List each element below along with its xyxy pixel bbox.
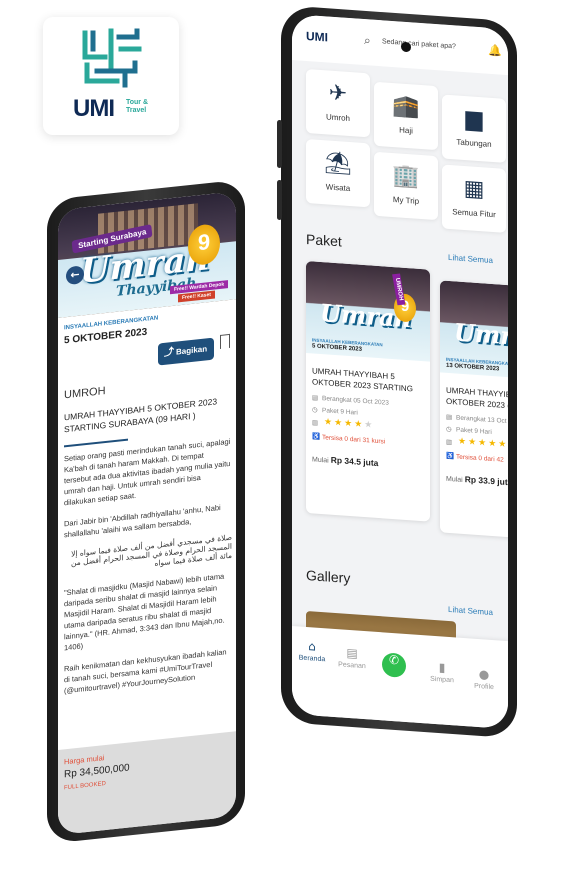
kaaba-icon: 🕋 (392, 93, 420, 120)
availability-text: Tersisa 0 dari 31 kursi (322, 434, 386, 446)
nav-beranda[interactable]: ⌂ Beranda (292, 638, 332, 664)
thumbnail-title: Umrah (454, 317, 508, 353)
menu-label: Haji (399, 125, 413, 136)
bell-icon[interactable]: 🔔 (488, 44, 502, 58)
calendar-icon: ▤ (446, 413, 453, 422)
power-button (277, 180, 282, 220)
section-title-gallery: Gallery (306, 566, 351, 587)
duration-text: Paket 9 Hari (322, 407, 358, 417)
description-paragraph: Setiap orang pasti merindukan tanah suci… (64, 436, 231, 508)
volume-button (277, 120, 282, 168)
description-paragraph: "Shalat di masjidku (Masjid Nabawi) lebi… (64, 571, 225, 653)
package-category: UMROH (64, 385, 106, 402)
share-icon: ⤴ (164, 346, 174, 359)
section-title-paket: Paket (306, 230, 342, 250)
depart-row: ▤ Berangkat 05 Oct 2023 (312, 393, 389, 406)
whatsapp-icon[interactable]: ✆ (382, 652, 406, 678)
plane-icon: ✈ (328, 80, 348, 107)
see-all-gallery-link[interactable]: Lihat Semua (448, 605, 493, 617)
price-label: Harga mulai (64, 753, 105, 767)
front-camera (401, 41, 411, 53)
hotel-icon: ▥ (446, 438, 453, 447)
building-icon: 🏢 (392, 163, 420, 190)
menu-wisata[interactable]: ⛱ Wisata (306, 138, 370, 208)
menu-label: Umroh (325, 112, 350, 124)
rating-stars: ★★★★★ (324, 417, 375, 431)
brand-logo-card: UMI Tour & Travel (43, 17, 179, 135)
availability: ♿ Tersisa 0 dari 31 kursi (312, 432, 385, 445)
menu-umroh[interactable]: ✈ Umroh (306, 68, 370, 138)
package-title: UMRAH THAYYIBAH 5 OKTOBER 2023 STARTING … (64, 396, 218, 435)
package-banner: Starting Surabaya Umrah Thayyibah 9 Free… (58, 191, 236, 318)
seat-icon: ♿ (312, 433, 321, 441)
beach-icon: ⛱ (324, 150, 352, 178)
app-logo: UMI (306, 28, 328, 45)
duration-text: Paket 9 Hari (456, 426, 492, 436)
menu-label: My Trip (392, 195, 420, 206)
logo-tagline: Tour & Travel (126, 99, 149, 114)
hadith-arabic: صلاة في مسجدي أفضل من ألف صلاة فيما سواه… (71, 532, 232, 568)
package-card[interactable]: Umrah 9 UMROH INSYAALLAH KEBERANGKATAN 5… (306, 260, 430, 522)
rating-stars: ★★★★★ (458, 436, 508, 451)
calendar-icon: ▤ (312, 394, 319, 402)
wallet-icon: ▆ (465, 106, 483, 133)
nav-label: Beranda (298, 654, 326, 664)
menu-semua-fitur[interactable]: ▦ Semua Fitur (442, 164, 506, 233)
depart-text: Berangkat 05 Oct 2023 (322, 395, 389, 407)
package-name: UMRAH THAYYIBAH 5 OKTOBER 2023 STARTING (312, 366, 413, 394)
title-divider (64, 438, 128, 448)
nav-pesanan[interactable]: ▤ Pesanan (332, 645, 372, 671)
home-screen: UMI ⌕ Sedang cari paket apa? 🔔 ✈ Umroh 🕋… (292, 14, 508, 730)
menu-my-trip[interactable]: 🏢 My Trip (374, 151, 438, 221)
share-button[interactable]: ⤴ Bagikan (158, 337, 214, 366)
orders-icon: ▤ (346, 645, 358, 661)
duration-row: ◷ Paket 9 Hari (446, 425, 492, 436)
package-price: Mulai Rp 34.5 juta (312, 453, 378, 468)
price-value: Rp 33.9 juta (464, 474, 508, 488)
depart-text: Berangkat 13 Oct (456, 414, 507, 426)
price-prefix: Mulai (312, 456, 329, 465)
hotel-icon: ▥ (312, 419, 319, 427)
share-label: Bagikan (176, 344, 208, 357)
search-icon[interactable]: ⌕ (364, 33, 371, 48)
package-detail-screen: Starting Surabaya Umrah Thayyibah 9 Free… (58, 191, 236, 835)
package-name: UMRAH THAYYIBAH 13 OKTOBER 2023 ( (446, 385, 508, 410)
profile-icon: ● (478, 667, 490, 682)
grid-icon: ▦ (463, 175, 485, 203)
package-description: Setiap orang pasti merindukan tanah suci… (64, 436, 232, 707)
nav-label: Pesanan (338, 661, 366, 671)
description-paragraph: Raih kenikmatan dan kekhusyukan ibadah k… (64, 647, 227, 696)
seat-icon: ♿ (446, 452, 455, 461)
menu-label: Semua Fitur (452, 207, 496, 220)
menu-label: Wisata (325, 182, 351, 194)
availability: ♿ Tersisa 0 dari 42 (446, 452, 504, 464)
package-price: Mulai Rp 33.9 juta (446, 473, 508, 488)
nav-label: Profile (474, 682, 494, 692)
menu-label: Tabungan (456, 137, 492, 149)
depart-row: ▤ Berangkat 13 Oct (446, 413, 507, 425)
menu-tabungan[interactable]: ▆ Tabungan (442, 94, 506, 163)
rating-row: ▥ (446, 438, 456, 447)
logo-wordmark: UMI (73, 95, 115, 122)
search-input[interactable]: Sedang cari paket apa? (382, 38, 456, 50)
see-all-packages-link[interactable]: Lihat Semua (448, 253, 493, 265)
menu-haji[interactable]: 🕋 Haji (374, 81, 438, 151)
bookmark-icon[interactable] (220, 333, 230, 349)
home-icon: ⌂ (308, 639, 316, 654)
price-prefix: Mulai (446, 475, 463, 484)
nav-profile[interactable]: ● Profile (464, 666, 504, 692)
rating-row: ▥ (312, 418, 322, 427)
availability-text: Tersisa 0 dari 42 (456, 453, 504, 464)
umi-logo-icon (82, 28, 142, 88)
clock-icon: ◷ (446, 425, 452, 434)
booking-status: FULL BOOKED (64, 780, 106, 792)
price-value: Rp 34.5 juta (330, 454, 379, 469)
bottom-navigation: ⌂ Beranda ▤ Pesanan ✆ ▮ Simpan ● Profile (292, 626, 508, 730)
nav-simpan[interactable]: ▮ Simpan (422, 659, 462, 685)
bookmark-icon: ▮ (438, 660, 446, 675)
package-card[interactable]: Umrah INSYAALLAH KEBERANGKATAN 13 OKTOBE… (440, 280, 508, 542)
duration-row: ◷ Paket 9 Hari (312, 405, 358, 416)
clock-icon: ◷ (312, 406, 318, 414)
nav-label: Simpan (430, 675, 454, 685)
